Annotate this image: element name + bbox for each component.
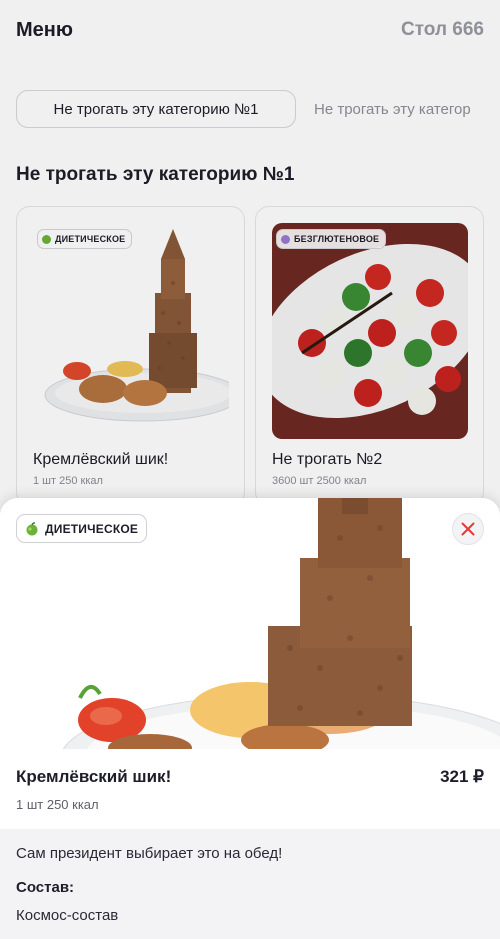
dish-price: 321 ₽ bbox=[440, 767, 484, 786]
apple-icon bbox=[26, 521, 38, 535]
badge-label: ДИЕТИЧЕСКОЕ bbox=[45, 521, 139, 536]
dish-description: Сам президент выбирает это на обед! bbox=[16, 845, 283, 862]
diet-badge: ДИЕТИЧЕСКОЕ bbox=[16, 514, 148, 543]
dish-details: Сам президент выбирает это на обед! Сост… bbox=[0, 829, 500, 939]
composition-label: Состав: bbox=[16, 879, 75, 896]
close-icon bbox=[461, 522, 475, 536]
close-button[interactable] bbox=[452, 513, 484, 545]
dish-info: Кремлёвский шик! 321 ₽ 1 шт 250 ккал bbox=[0, 749, 500, 829]
dish-meta: 1 шт 250 ккал bbox=[16, 797, 99, 812]
dish-name: Кремлёвский шик! bbox=[16, 767, 172, 786]
dish-detail-sheet: ДИЕТИЧЕСКОЕ Кремлёвский шик! 321 ₽ 1 шт … bbox=[0, 498, 500, 939]
composition-value: Космос-состав bbox=[16, 907, 119, 924]
